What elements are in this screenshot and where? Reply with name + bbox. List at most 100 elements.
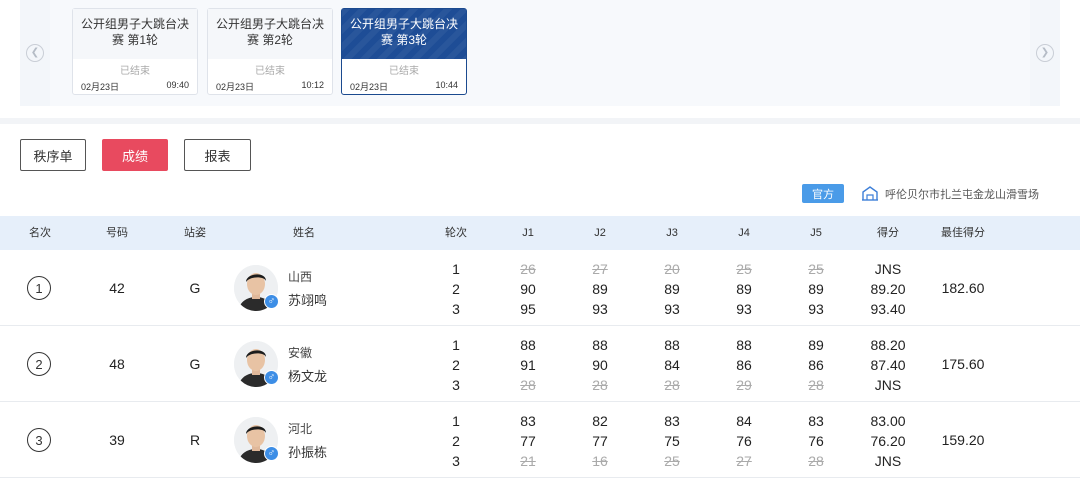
judge-score: 93	[592, 301, 608, 317]
judge-score: 27	[592, 261, 608, 277]
athlete-name[interactable]: 苏翊鸣	[288, 290, 327, 309]
judge-score: 88	[592, 337, 608, 353]
athlete-name[interactable]: 杨文龙	[288, 366, 327, 385]
run-score-list: JNS 89.20 93.40	[870, 259, 905, 319]
judge-score: 86	[808, 357, 824, 373]
run-score-list: 83.00 76.20 JNS	[870, 411, 905, 471]
run-score-list: 88.20 87.40 JNS	[870, 335, 905, 395]
athlete-province: 河北	[288, 422, 313, 436]
tab-results[interactable]: 成绩	[102, 139, 168, 171]
judge-4-scores: 25 89 93	[736, 259, 752, 319]
carousel-next-button[interactable]: ❯	[1030, 0, 1060, 106]
judge-score: 27	[736, 453, 752, 469]
run-score: 76.20	[870, 433, 906, 449]
session-card-round-1[interactable]: 公开组男子大跳台决赛 第1轮 已结束 02月23日 09:40	[72, 8, 198, 95]
run-number-list: 1 2 3	[452, 259, 460, 319]
building-icon	[862, 186, 878, 201]
judge-score: 25	[808, 261, 824, 277]
run-score: JNS	[874, 261, 902, 277]
col-header-bib: 号码	[106, 227, 128, 239]
section-divider	[0, 118, 1080, 124]
carousel-prev-button[interactable]: ❮	[20, 0, 50, 106]
session-card-status: 已结束	[120, 66, 150, 77]
stance: G	[189, 356, 201, 372]
judge-score: 25	[736, 261, 752, 277]
session-card-status: 已结束	[255, 66, 285, 77]
judge-1-scores: 83 77 21	[520, 411, 536, 471]
judge-score: 93	[736, 301, 752, 317]
judge-score: 26	[520, 261, 536, 277]
judge-score: 93	[664, 301, 680, 317]
chevron-right-icon: ❯	[1036, 44, 1054, 62]
judge-score: 21	[520, 453, 536, 469]
run-score: JNS	[874, 453, 902, 469]
bib-number: 39	[109, 432, 125, 448]
judge-5-scores: 25 89 93	[808, 259, 824, 319]
male-icon: ♂	[264, 370, 279, 385]
judge-score: 89	[664, 281, 680, 297]
col-header-score: 得分	[877, 227, 899, 239]
judge-score: 76	[808, 433, 824, 449]
bib-number: 42	[109, 280, 125, 296]
stance: R	[189, 432, 201, 448]
session-card-status: 已结束	[389, 66, 419, 77]
run-number-list: 1 2 3	[452, 335, 460, 395]
tab-start-list[interactable]: 秩序单	[20, 139, 86, 171]
judge-2-scores: 82 77 16	[592, 411, 608, 471]
session-card-round-3[interactable]: 公开组男子大跳台决赛 第3轮 已结束 02月23日 10:44	[341, 8, 467, 95]
judge-score: 28	[664, 377, 680, 393]
judge-score: 84	[736, 413, 752, 429]
judge-score: 91	[520, 357, 536, 373]
judge-4-scores: 84 76 27	[736, 411, 752, 471]
session-card-track: 公开组男子大跳台决赛 第1轮 已结束 02月23日 09:40 公开组男子大跳台…	[50, 0, 1030, 106]
col-header-name: 姓名	[293, 227, 315, 239]
col-header-rank: 名次	[29, 227, 51, 239]
rank-badge: 1	[27, 276, 51, 300]
run-number: 1	[452, 261, 460, 277]
judge-1-scores: 26 90 95	[520, 259, 536, 319]
run-number-list: 1 2 3	[452, 411, 460, 471]
table-row[interactable]: 1 42 G ♂ 山西 苏翊鸣 1 2 3 26 90 95 27 89 93 20 89 93…	[0, 250, 1080, 326]
run-number: 3	[452, 453, 460, 469]
table-row[interactable]: 2 48 G ♂ 安徽 杨文龙 1 2 3 88 91 28 88 90 28 88 84 28…	[0, 326, 1080, 402]
run-number: 3	[452, 301, 460, 317]
judge-score: 88	[736, 337, 752, 353]
session-card-date: 02月23日	[216, 82, 255, 92]
best-score: 175.60	[941, 356, 985, 372]
judge-score: 76	[736, 433, 752, 449]
session-card-time: 10:44	[435, 80, 458, 90]
table-row[interactable]: 3 39 R ♂ 河北 孙振栋 1 2 3 83 77 21 82 77 16 83 75 25…	[0, 402, 1080, 478]
judge-score: 77	[592, 433, 608, 449]
col-header-j3: J3	[666, 227, 678, 239]
chevron-left-icon: ❮	[26, 44, 44, 62]
judge-score: 95	[520, 301, 536, 317]
run-number: 3	[452, 377, 460, 393]
rank-badge: 2	[27, 352, 51, 376]
judge-score: 90	[592, 357, 608, 373]
judge-2-scores: 27 89 93	[592, 259, 608, 319]
run-score: JNS	[874, 377, 902, 393]
judge-score: 90	[520, 281, 536, 297]
session-card-round-2[interactable]: 公开组男子大跳台决赛 第2轮 已结束 02月23日 10:12	[207, 8, 333, 95]
judge-1-scores: 88 91 28	[520, 335, 536, 395]
judge-score: 29	[736, 377, 752, 393]
run-score: 89.20	[870, 281, 906, 297]
judge-3-scores: 88 84 28	[664, 335, 680, 395]
session-card-time: 09:40	[166, 80, 189, 90]
run-number: 2	[452, 357, 460, 373]
run-number: 2	[452, 281, 460, 297]
session-carousel: ❮ 公开组男子大跳台决赛 第1轮 已结束 02月23日 09:40 公开组男子大…	[0, 0, 1080, 118]
tab-report[interactable]: 报表	[184, 139, 251, 171]
session-card-date: 02月23日	[350, 82, 389, 92]
best-score: 159.20	[941, 432, 985, 448]
run-number: 1	[452, 413, 460, 429]
judge-score: 20	[664, 261, 680, 277]
judge-score: 82	[592, 413, 608, 429]
col-header-j5: J5	[810, 227, 822, 239]
run-score: 83.00	[870, 413, 906, 429]
judge-score: 28	[592, 377, 608, 393]
judge-3-scores: 20 89 93	[664, 259, 680, 319]
judge-5-scores: 83 76 28	[808, 411, 824, 471]
athlete-name[interactable]: 孙振栋	[288, 442, 327, 461]
athlete-province: 安徽	[288, 346, 313, 360]
